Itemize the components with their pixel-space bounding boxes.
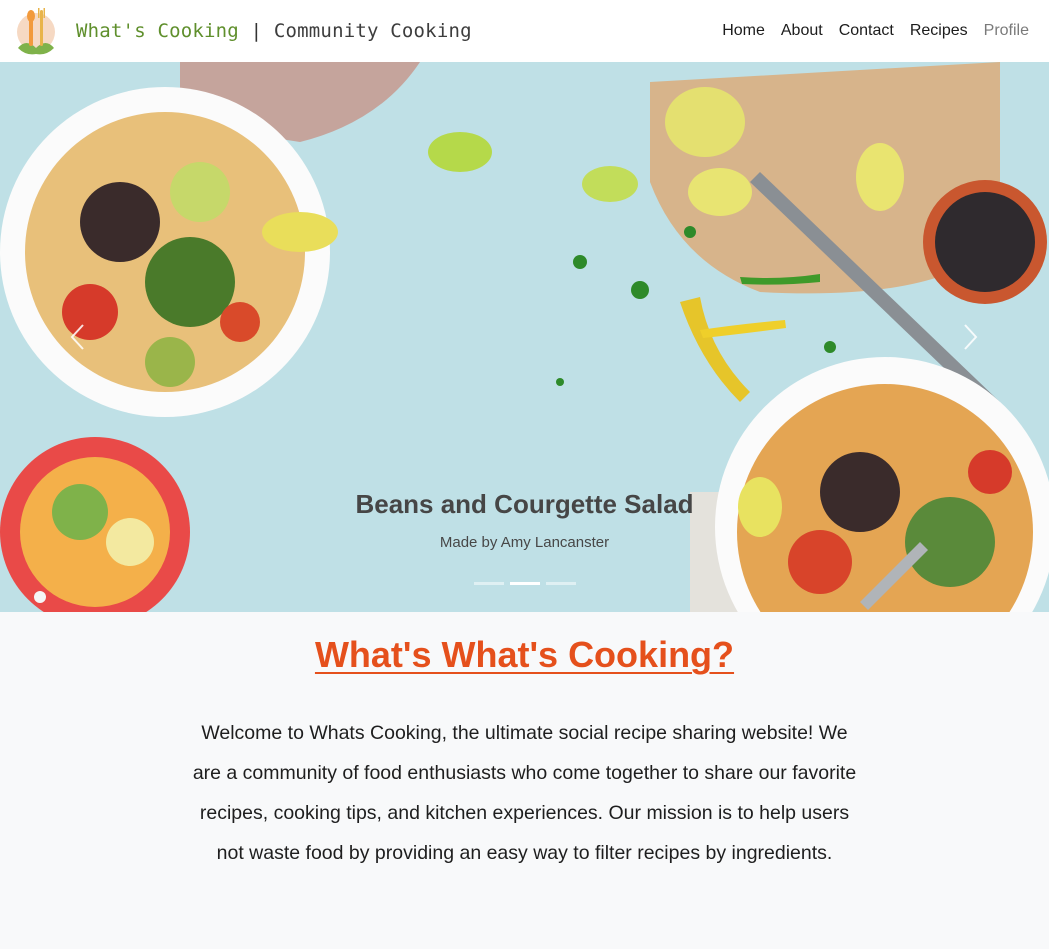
brand-separator: | (250, 20, 263, 42)
chevron-right-icon (964, 324, 978, 350)
brand-name: What's Cooking (76, 20, 239, 42)
carousel-indicator-3[interactable] (545, 582, 576, 585)
carousel-indicator-1[interactable] (473, 582, 504, 585)
nav-link-recipes[interactable]: Recipes (910, 22, 968, 40)
hero-carousel: Beans and Courgette Salad Made by Amy La… (0, 62, 1049, 612)
brand-text: What's Cooking | Community Cooking (76, 20, 472, 42)
nav-links: Home About Contact Recipes Profile (706, 22, 1035, 40)
chevron-left-icon (70, 324, 84, 350)
logo-icon (17, 8, 55, 55)
nav-link-home[interactable]: Home (722, 22, 765, 40)
carousel-prev-button[interactable] (48, 312, 108, 362)
intro-paragraph: Welcome to Whats Cooking, the ultimate s… (192, 722, 857, 864)
carousel-next-button[interactable] (940, 312, 1000, 362)
intro-heading: What's What's Cooking? (314, 634, 735, 675)
top-navbar: What's Cooking | Community Cooking Home … (0, 0, 1049, 62)
carousel-indicators (0, 582, 1049, 585)
slide-title: Beans and Courgette Salad (355, 489, 694, 519)
nav-link-contact[interactable]: Contact (839, 22, 894, 40)
brand[interactable]: What's Cooking | Community Cooking (14, 4, 472, 58)
carousel-indicator-2[interactable] (509, 582, 540, 585)
slide-subtitle: Made by Amy Lancanster (439, 534, 610, 551)
nav-link-about[interactable]: About (781, 22, 823, 40)
carousel-caption: Beans and Courgette Salad Made by Amy La… (0, 489, 1049, 551)
nav-link-profile[interactable]: Profile (984, 22, 1029, 40)
brand-tagline: Community Cooking (273, 20, 472, 42)
